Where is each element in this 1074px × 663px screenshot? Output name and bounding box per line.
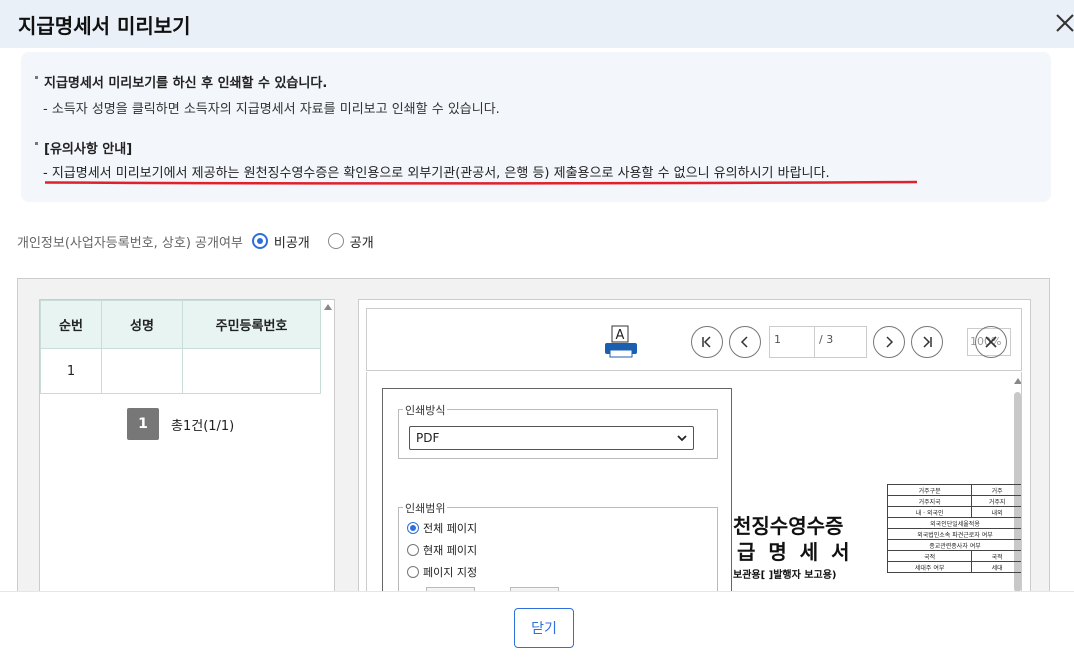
bullet-icon [35, 76, 38, 79]
doc-cell: 거주지 [971, 495, 1021, 507]
dialog-title: 지급명세서 미리보기 [18, 14, 191, 38]
total-count: 총1건(1/1) [171, 418, 235, 434]
range-custom-label: 페이지 지정 [423, 566, 478, 579]
doc-cell: 거주구분 [886, 484, 973, 496]
doc-cell: 세대 [971, 561, 1021, 573]
column-header-id: 주민등록번호 [182, 300, 321, 349]
last-page-button[interactable] [911, 326, 943, 358]
close-button[interactable]: 닫기 [514, 608, 574, 648]
page-total: / 3 [815, 326, 867, 358]
table-row[interactable]: 1 [40, 348, 321, 394]
private-radio[interactable] [251, 233, 268, 249]
bullet-icon [35, 142, 38, 145]
print-method-legend: 인쇄방식 [403, 402, 448, 418]
printer-icon-letter: A [616, 328, 625, 343]
document-info-table: 거주구분 거주 거주지국 거주지 내 · 외국인 내외 외국인단일세율적용 외국법인소… [886, 484, 1021, 573]
document-title-line2: 급 명 세 서 [737, 540, 853, 564]
range-all-label: 전체 페이지 [423, 522, 478, 535]
row-name[interactable] [101, 348, 183, 394]
recipient-list-panel: 순번 성명 주민등록번호 1 1 총1건(1/1) [39, 299, 335, 599]
notice-caution-text: - 지급명세서 미리보기에서 제공하는 원천징수영수증은 확인용으로 외부기관(… [43, 166, 830, 181]
privacy-setting: 개인정보(사업자등록번호, 상호) 공개여부 비공개 공개 [17, 230, 374, 252]
document-area: 천징수영수증 급 명 세 서 보관용[ ]발행자 보고용) 거주구분 거주 거주지… [366, 372, 1022, 600]
doc-cell: 외국인단일세율적용 [887, 517, 1021, 529]
print-range-legend: 인쇄범위 [403, 500, 448, 516]
doc-cell: 거주지국 [886, 495, 973, 507]
pagination: 1 총1건(1/1) [127, 408, 234, 440]
prev-page-button[interactable] [729, 326, 761, 358]
last-page-icon [923, 336, 932, 348]
range-custom-radio[interactable] [407, 566, 419, 578]
viewer-toolbar: A 1 / 3 100% [366, 308, 1022, 371]
page-input[interactable]: 1 [769, 326, 815, 358]
document-subtitle: 보관용[ ]발행자 보고용) [733, 570, 837, 581]
chevron-left-icon [740, 336, 748, 348]
doc-cell: 국적 [971, 550, 1021, 562]
next-page-button[interactable] [873, 326, 905, 358]
close-viewer-button[interactable] [975, 326, 1007, 358]
range-all-radio[interactable] [407, 522, 419, 534]
privacy-label: 개인정보(사업자등록번호, 상호) 공개여부 [17, 235, 243, 251]
doc-cell: 내외 [971, 506, 1021, 518]
range-current-radio[interactable] [407, 544, 419, 556]
range-option-current[interactable]: 현재 페이지 [407, 542, 477, 558]
chevron-right-icon [886, 336, 894, 348]
print-options-dialog: 인쇄방식 PDF 인쇄범위 전체 페이지 현재 페이지 페이지 지정 [382, 388, 732, 600]
private-radio-label[interactable]: 비공개 [274, 232, 310, 251]
recipient-table: 순번 성명 주민등록번호 1 [40, 300, 321, 394]
scroll-up-icon[interactable] [1014, 378, 1021, 384]
notice-caution-heading: [유의사항 안내] [44, 142, 133, 157]
doc-cell: 외국법인소속 파견근로자 여부 [887, 528, 1021, 540]
column-header-no: 순번 [40, 300, 102, 349]
chevron-down-icon [677, 435, 687, 442]
red-underline-mark [45, 180, 917, 185]
dialog-footer: 닫기 [0, 591, 1074, 663]
doc-cell: 국적 [886, 550, 973, 562]
column-header-name: 성명 [101, 300, 183, 349]
doc-cell: 종교관련종사자 여부 [887, 539, 1021, 551]
close-icon [985, 336, 997, 348]
print-method-value: PDF [416, 431, 440, 445]
first-page-button[interactable] [691, 326, 723, 358]
dialog-header: 지급명세서 미리보기 [0, 0, 1074, 48]
doc-cell: 내 · 외국인 [886, 506, 973, 518]
print-method-select[interactable]: PDF [409, 426, 694, 450]
range-option-all[interactable]: 전체 페이지 [407, 520, 477, 536]
doc-cell: 거주 [971, 484, 1021, 496]
close-icon[interactable] [1054, 12, 1074, 34]
scroll-up-icon[interactable] [324, 304, 332, 310]
printer-icon[interactable]: A [603, 325, 639, 359]
first-page-icon [702, 336, 711, 348]
range-current-label: 현재 페이지 [423, 544, 478, 557]
notice-box: 지급명세서 미리보기를 하신 후 인쇄할 수 있습니다. - 소득자 성명을 클… [21, 52, 1051, 202]
notice-print-info: 지급명세서 미리보기를 하신 후 인쇄할 수 있습니다. [44, 76, 328, 91]
row-no: 1 [40, 348, 102, 394]
notice-click-info: - 소득자 성명을 클릭하면 소득자의 지급명세서 자료를 미리보고 인쇄할 수… [43, 102, 500, 117]
page-number-button[interactable]: 1 [127, 408, 159, 440]
print-method-group: 인쇄방식 PDF [398, 402, 718, 459]
document-title-line1: 천징수영수증 [733, 514, 844, 538]
public-radio-label[interactable]: 공개 [350, 232, 374, 251]
preview-container: 순번 성명 주민등록번호 1 1 총1건(1/1) A 1 / 3 100% 천… [17, 278, 1050, 600]
range-option-custom[interactable]: 페이지 지정 [407, 564, 477, 580]
row-id [182, 348, 321, 394]
doc-cell: 세대주 여부 [886, 561, 973, 573]
document-page: 천징수영수증 급 명 세 서 보관용[ ]발행자 보고용) 거주구분 거주 거주지… [733, 482, 1021, 600]
public-radio[interactable] [327, 233, 344, 249]
document-viewer: A 1 / 3 100% 천징수영수증 급 명 세 서 보관용[]발행자 보고… [358, 299, 1031, 600]
